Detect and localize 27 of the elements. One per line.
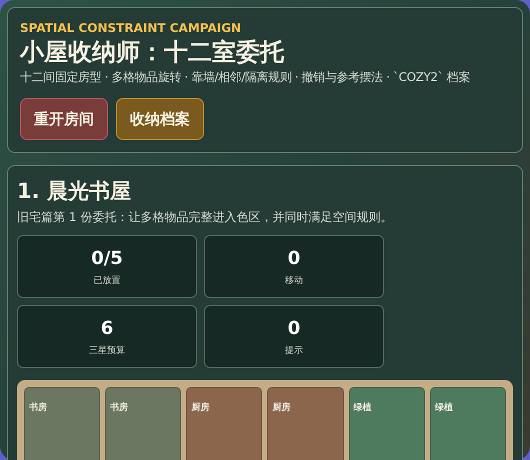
- zone-label: 书房: [29, 403, 47, 413]
- stat-value: 6: [100, 316, 114, 340]
- stat-label: 移动: [285, 274, 303, 286]
- action-button[interactable]: 收纳档案: [116, 98, 204, 140]
- level-description: 旧宅篇第 1 份委托：让多格物品完整进入色区，并同时满足空间规则。: [17, 209, 394, 226]
- stat-label: 提示: [285, 344, 303, 356]
- subtitle: 十二间固定房型 · 多格物品旋转 · 靠墙/相邻/隔离规则 · 撤销与参考摆法 · `COZY2` 档案: [20, 69, 471, 86]
- page-title: 小屋收纳师：十二室委托: [20, 37, 286, 68]
- stat-label: 已放置: [94, 274, 120, 286]
- stat-value: 0: [288, 316, 300, 340]
- stat-value: 0: [288, 246, 300, 270]
- zone-label: 书房: [110, 403, 128, 413]
- eyebrow-label: SPATIAL CONSTRAINT CAMPAIGN: [20, 20, 242, 36]
- zone-label: 绿植: [434, 403, 453, 413]
- stat-label: 三星预算: [89, 344, 125, 356]
- zone-label: 厨房: [191, 403, 210, 413]
- room-zone[interactable]: 书房: [24, 387, 100, 460]
- room-zone[interactable]: 书房: [105, 387, 182, 460]
- zone-label: 绿植: [354, 403, 372, 413]
- action-button[interactable]: 重开房间: [20, 98, 108, 140]
- zone-label: 厨房: [272, 403, 290, 413]
- room-zone[interactable]: 绿植: [430, 387, 506, 460]
- level-title: 1. 晨光书屋: [17, 178, 132, 205]
- stat-value: 0/5: [91, 246, 123, 270]
- room-zone[interactable]: 厨房: [267, 387, 344, 460]
- room-zone[interactable]: 绿植: [348, 387, 425, 460]
- room-zone[interactable]: 厨房: [186, 387, 262, 460]
